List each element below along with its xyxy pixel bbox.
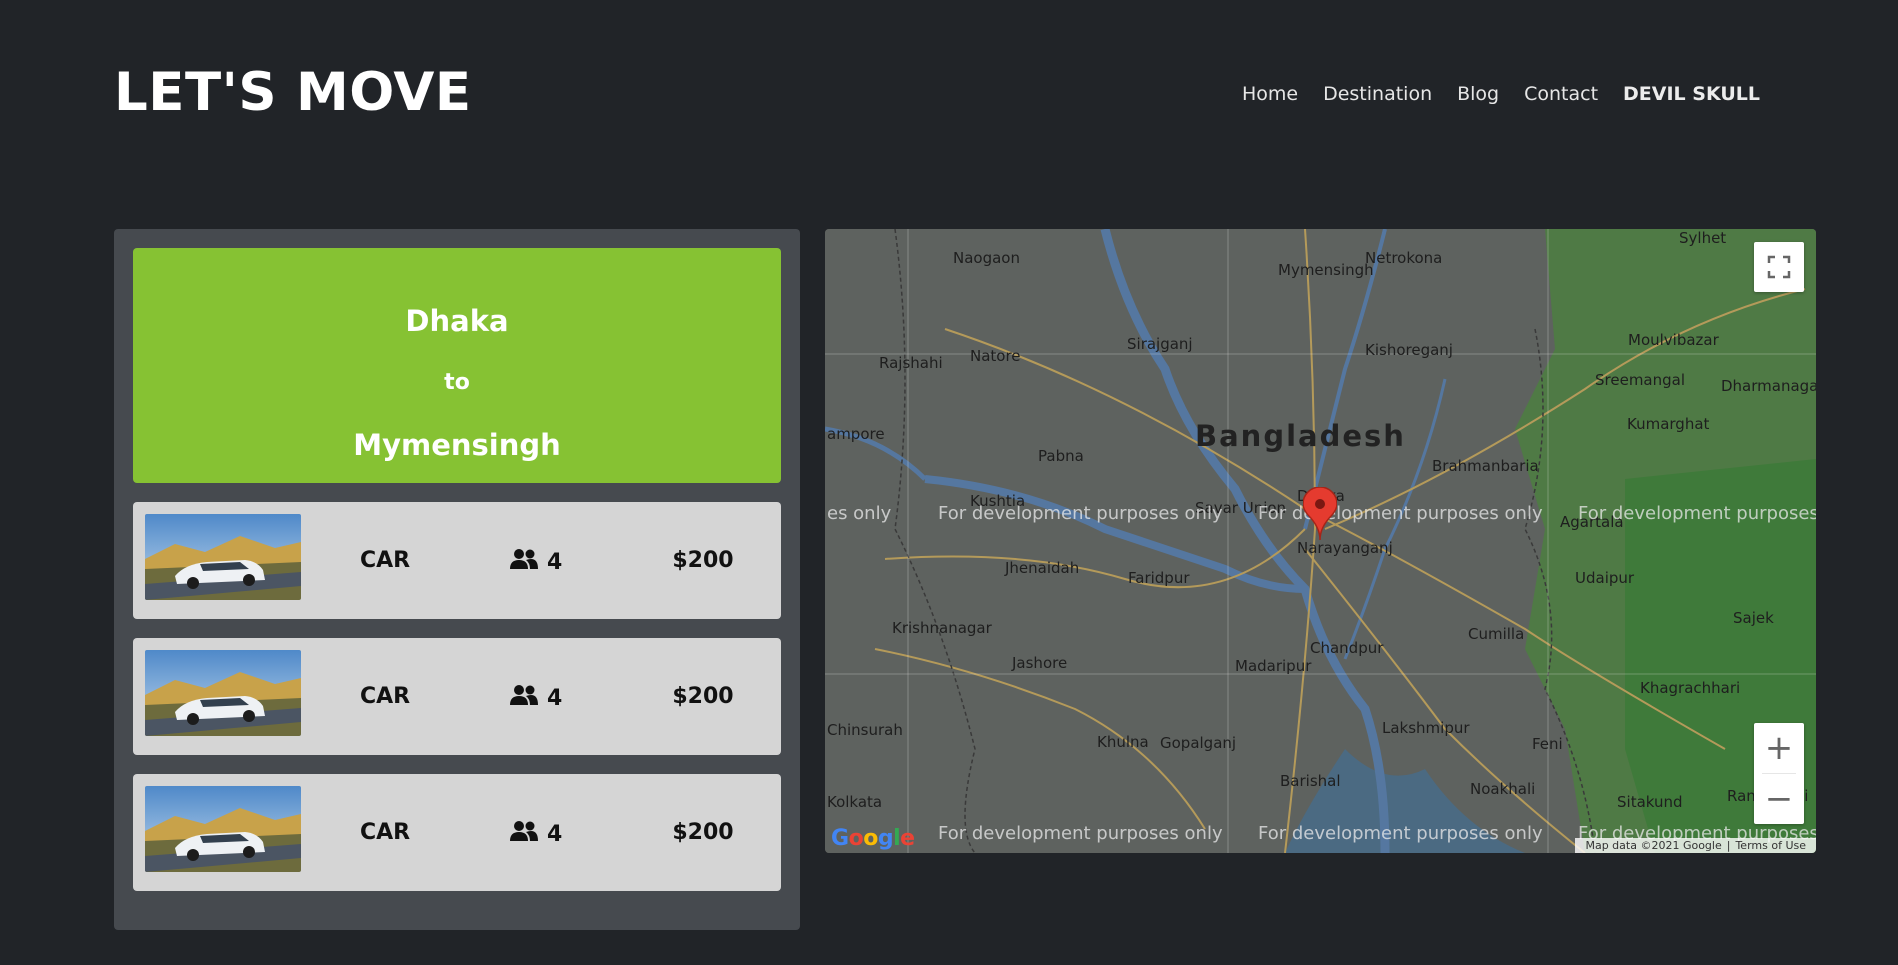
map-place-label: Pabna [1038,447,1084,465]
fullscreen-icon [1767,255,1791,279]
dev-watermark: For development purposes only [938,823,1223,844]
map-place-label: Gopalganj [1160,734,1237,752]
vehicle-option[interactable]: CAR 4 $200 [133,774,781,891]
map-place-label: Mymensingh [1278,261,1374,279]
route-to: Mymensingh [353,428,561,462]
map-place-label: Cumilla [1468,625,1525,643]
seat-count: 4 [547,685,563,711]
map-place-label: Netrokona [1365,249,1443,267]
map-place-label: ampore [827,425,885,443]
map-place-label: Brahmanbaria [1432,457,1539,475]
map-place-label: Kolkata [827,793,883,811]
zoom-out-button[interactable]: − [1754,774,1804,824]
map-place-label: Noakhali [1470,780,1536,798]
nav-destination[interactable]: Destination [1323,83,1432,105]
map-place-label: Chinsurah [827,721,903,739]
route-map[interactable]: Bangladesh Naogaon Mymensingh Netrokona … [825,229,1816,853]
people-icon [509,820,539,848]
dev-watermark: For development purposes only [1258,823,1543,844]
map-place-label: Lakshmipur [1382,719,1470,737]
zoom-controls: + − [1754,723,1804,824]
seat-count: 4 [547,549,563,575]
car-image [145,514,301,600]
search-results-panel: Dhaka to Mymensingh CAR 4 $200 CAR 4 $20… [114,229,800,930]
map-place-label: Kishoreganj [1365,341,1453,359]
map-country-label: Bangladesh [1195,419,1406,453]
route-from: Dhaka [405,304,509,338]
vehicle-type: CAR [359,820,411,845]
map-place-label: Moulvibazar [1628,331,1719,349]
map-place-label: Faridpur [1128,569,1190,587]
route-card: Dhaka to Mymensingh [133,248,781,483]
vehicle-seats: 4 [509,820,562,848]
map-place-label: Sirajganj [1127,335,1193,353]
car-image [145,650,301,736]
map-place-label: Dharmanagar [1721,377,1816,395]
car-image [145,786,301,872]
terms-link[interactable]: Terms of Use [1730,839,1811,852]
dev-watermark: For development purposes only [1578,503,1816,524]
map-place-label: Sylhet [1679,229,1727,247]
vehicle-price: $200 [672,820,734,845]
dev-watermark: es only [827,503,892,524]
map-place-label: Jashore [1012,654,1068,672]
vehicle-seats: 4 [509,684,562,712]
map-place-label: Naogaon [953,249,1020,267]
map-attribution: Map data ©2021 Google | Terms of Use [1575,838,1816,853]
main-nav: Home Destination Blog Contact DEVIL SKUL… [1242,83,1760,105]
map-place-label: Khulna [1097,733,1149,751]
seat-count: 4 [547,821,563,847]
map-place-label: Rajshahi [879,354,943,372]
map-place-label: Kumarghat [1627,415,1710,433]
people-icon [509,684,539,712]
map-place-label: Madaripur [1235,657,1312,675]
nav-blog[interactable]: Blog [1457,83,1499,105]
map-place-label: Udaipur [1575,569,1635,587]
map-place-label: Sitakund [1617,793,1683,811]
dev-watermark: For development purposes only [938,503,1223,524]
map-data-credit: Map data ©2021 Google [1585,839,1722,852]
map-place-label: Jhenaidah [1005,559,1080,577]
map-place-label: Sajek [1733,609,1774,627]
map-place-label: Natore [970,347,1021,365]
nav-home[interactable]: Home [1242,83,1298,105]
google-logo[interactable]: Google [831,826,915,851]
map-marker-icon[interactable] [1302,486,1338,545]
user-name-link[interactable]: DEVIL SKULL [1623,83,1760,105]
route-connector: to [444,370,470,395]
vehicle-type: CAR [359,684,411,709]
map-place-label: Barishal [1280,772,1341,790]
map-place-label: Sreemangal [1595,371,1686,389]
nav-contact[interactable]: Contact [1524,83,1598,105]
site-logo[interactable]: LET'S MOVE [114,62,472,123]
dev-watermark: For development purposes only [1258,503,1543,524]
map-place-label: Khagrachhari [1640,679,1741,697]
vehicle-type: CAR [359,548,411,573]
map-place-label: Chandpur [1310,639,1384,657]
zoom-in-button[interactable]: + [1754,723,1804,773]
vehicle-price: $200 [672,548,734,573]
vehicle-seats: 4 [509,548,562,576]
site-header: LET'S MOVE Home Destination Blog Contact… [0,0,1898,190]
map-place-label: Krishnanagar [892,619,992,637]
map-place-label: Feni [1532,735,1563,753]
fullscreen-button[interactable] [1754,242,1804,292]
vehicle-price: $200 [672,684,734,709]
people-icon [509,548,539,576]
vehicle-option[interactable]: CAR 4 $200 [133,638,781,755]
vehicle-option[interactable]: CAR 4 $200 [133,502,781,619]
